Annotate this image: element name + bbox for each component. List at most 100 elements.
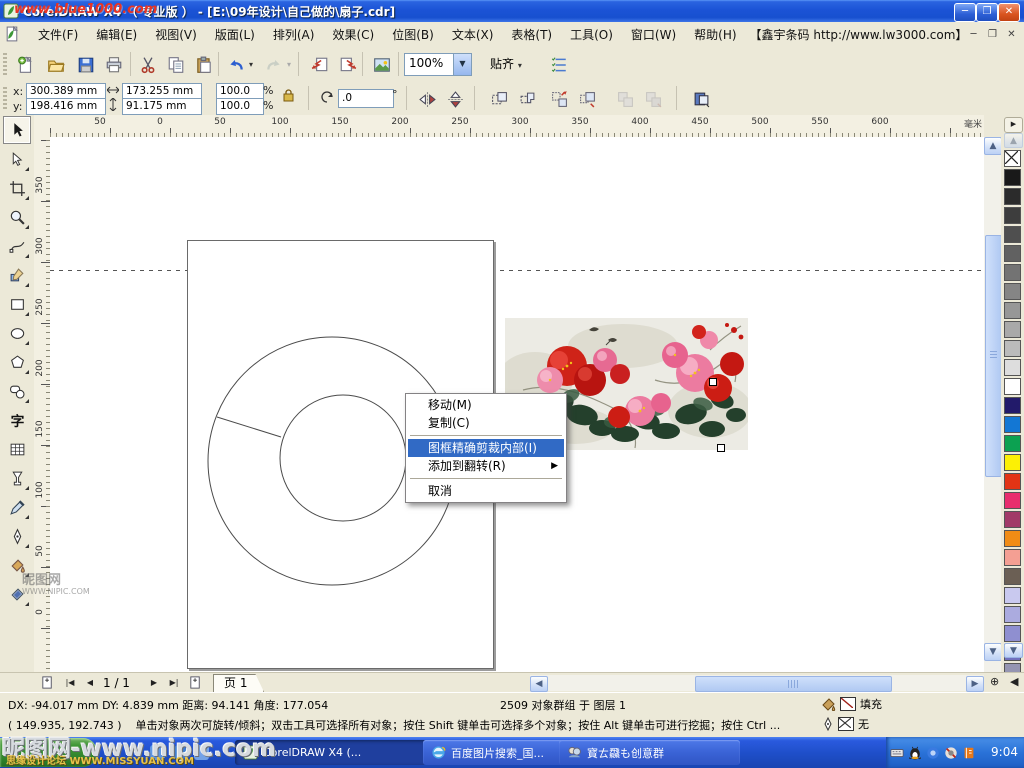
scroll-down-button[interactable]: ▼ [984,643,1002,661]
menu-item[interactable]: 编辑(E) [87,23,146,46]
next-page-button[interactable]: ▶ [146,675,162,691]
color-swatch[interactable] [1004,302,1021,319]
menu-item[interactable]: 效果(C) [323,23,383,46]
undo-dropdown[interactable]: ▾ [249,60,253,69]
weld-button[interactable] [514,86,541,112]
table-tool[interactable] [3,435,31,463]
color-swatch[interactable] [1004,283,1021,300]
restore-button[interactable]: ❐ [976,3,998,22]
smart-fill-tool[interactable] [3,261,31,289]
color-swatch[interactable] [1004,454,1021,471]
context-menu-item[interactable]: 复制(C) [408,414,564,432]
import-button[interactable] [306,51,334,79]
snap-menu[interactable]: 贴齐 ▾ [490,55,522,72]
fill-indicator[interactable]: 填充 [820,696,882,712]
menu-item[interactable]: 位图(B) [383,23,443,46]
freehand-tool[interactable] [3,232,31,260]
horizontal-ruler[interactable]: 毫米 5005010015020025030035040045050055060… [34,115,984,138]
context-menu-item[interactable]: 图框精确剪裁内部(I) [408,439,564,457]
mirror-horizontal-button[interactable] [414,86,441,112]
outline-indicator[interactable]: 无 [822,716,869,732]
scroll-right-button[interactable]: ▶ [966,676,984,692]
lock-ratio-icon[interactable] [283,89,294,102]
menu-item[interactable]: 版面(L) [206,23,264,46]
color-swatch[interactable] [1004,378,1021,395]
save-button[interactable] [72,51,100,79]
object-node-handle[interactable] [709,378,717,386]
color-swatch[interactable] [1004,397,1021,414]
rectangle-tool[interactable] [3,290,31,318]
no-color-swatch[interactable] [1004,150,1021,167]
taskbar-button[interactable]: 寳ㄊ飝も创意群 [559,740,740,765]
clock[interactable]: 9:04 [991,745,1018,759]
redo-button[interactable] [260,51,288,79]
color-swatch[interactable] [1004,340,1021,357]
color-swatch[interactable] [1004,416,1021,433]
rotation-angle-field[interactable]: .0 [338,89,394,108]
zoom-combo-arrow[interactable]: ▼ [453,54,471,75]
ungroup-all-button[interactable] [574,86,601,112]
context-menu-item[interactable]: 添加到翻转(R)▶ [408,457,564,475]
color-swatch[interactable] [1004,435,1021,452]
color-swatch[interactable] [1004,226,1021,243]
export-button[interactable] [334,51,362,79]
ungroup-button[interactable] [546,86,573,112]
horizontal-scrollbar[interactable]: ◀ ▶ [530,675,984,691]
basic-shapes-tool[interactable] [3,377,31,405]
color-swatch[interactable] [1004,568,1021,585]
pick-tool[interactable] [3,116,31,144]
toolbar-grip[interactable] [3,53,7,75]
last-page-button[interactable]: ▶| [166,675,182,691]
toolbar-grip[interactable] [3,87,7,109]
crop-tool[interactable] [3,174,31,202]
open-button[interactable] [42,51,70,79]
color-swatch[interactable] [1004,169,1021,186]
messenger-tray-icon[interactable] [926,746,940,760]
page-tab[interactable]: 页 1 [213,674,264,693]
polygon-tool[interactable] [3,348,31,376]
mdi-restore-button[interactable]: ❐ [984,27,1001,43]
menu-item[interactable]: 文本(X) [443,23,503,46]
keyboard-tray-icon[interactable] [890,746,904,760]
selection-handle[interactable] [717,444,725,452]
qq-tray-icon[interactable] [908,746,922,760]
zoom-tool[interactable] [3,203,31,231]
close-button[interactable]: ✕ [998,3,1020,22]
scroll-up-button[interactable]: ▲ [984,137,1002,155]
color-swatch[interactable] [1004,606,1021,623]
dictionary-tray-icon[interactable] [962,746,976,760]
add-page-start-button[interactable] [40,675,57,691]
palette-scroll-down[interactable]: ▼ [1004,643,1023,658]
menu-item[interactable]: 排列(A) [264,23,324,46]
group-all-button[interactable] [640,86,667,112]
shape-tool[interactable] [3,145,31,173]
combine-button[interactable] [486,86,513,112]
undo-button[interactable] [222,51,250,79]
context-menu-item[interactable]: 移动(M) [408,396,564,414]
ellipse-tool[interactable] [3,319,31,347]
antivirus-tray-icon[interactable] [944,746,958,760]
color-swatch[interactable] [1004,511,1021,528]
scale-v-field[interactable]: 100.0 [216,98,264,115]
outline-pen-tool[interactable] [3,522,31,550]
color-swatch[interactable] [1004,264,1021,281]
color-swatch[interactable] [1004,245,1021,262]
vertical-scroll-thumb[interactable] [985,235,1002,477]
zoom-level-combo[interactable]: 100% ▼ [404,53,472,76]
cut-button[interactable] [134,51,162,79]
menu-item[interactable]: 文件(F) [29,23,87,46]
previous-page-button[interactable]: ◀ [82,675,98,691]
menu-item[interactable]: 视图(V) [146,23,206,46]
options-button[interactable] [545,51,573,79]
group-button[interactable] [612,86,639,112]
redo-dropdown[interactable]: ▾ [287,60,291,69]
color-swatch[interactable] [1004,473,1021,490]
color-swatch[interactable] [1004,587,1021,604]
mdi-minimize-button[interactable]: ─ [965,27,982,43]
object-y-field[interactable]: 198.416 mm [26,98,106,115]
palette-flyout-button[interactable]: ▶ [1004,117,1023,133]
color-swatch[interactable] [1004,321,1021,338]
menu-item[interactable]: 窗口(W) [622,23,685,46]
navigator-button[interactable]: ⊕ [990,675,999,688]
application-launcher-button[interactable] [368,51,396,79]
